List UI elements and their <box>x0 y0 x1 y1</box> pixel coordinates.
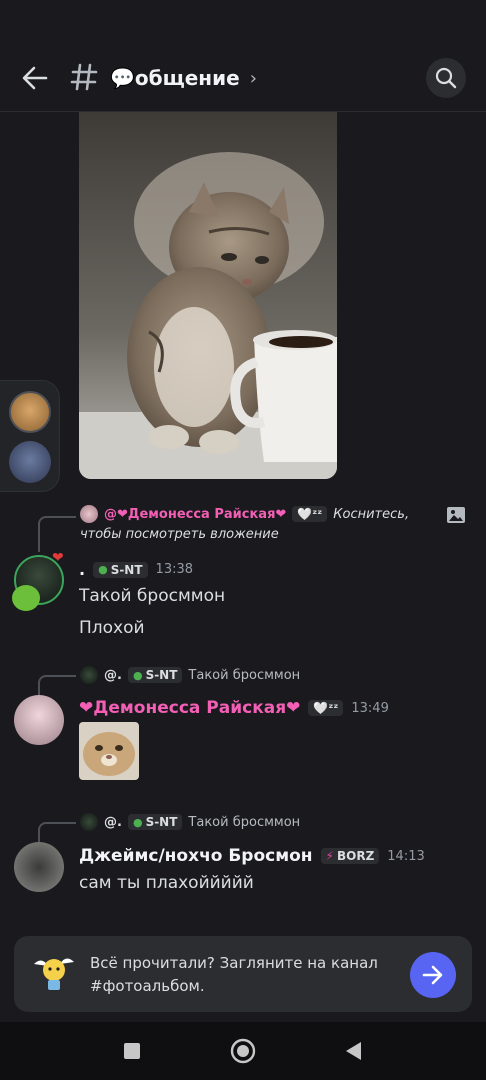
channel-header: 💬общение › <box>0 44 486 112</box>
timestamp: 13:49 <box>351 700 389 716</box>
search-button[interactable] <box>426 58 466 98</box>
message-text: сам ты плахоййййй <box>79 873 254 893</box>
discord-chat-screen: 💬общение › @❤Демонесса Райская❤ 🤍ᶻᶻ Косн… <box>0 0 486 1080</box>
chevron-right-icon: › <box>249 67 257 89</box>
channel-name: 💬общение <box>110 66 240 90</box>
avatar <box>80 505 98 523</box>
leaf-icon: ● <box>132 815 143 829</box>
reply-text: Такой бросммон <box>188 814 301 830</box>
server-icon[interactable] <box>9 391 51 433</box>
guild-tag: ● S-NT <box>127 814 183 830</box>
home-circle-icon[interactable] <box>228 1036 258 1066</box>
author-name[interactable]: Джеймс/нохчо Бросмон <box>79 846 313 866</box>
back-triangle-icon[interactable] <box>338 1036 368 1066</box>
cat-image-attachment[interactable] <box>79 112 337 479</box>
image-icon <box>446 506 466 524</box>
timestamp: 14:13 <box>387 848 425 864</box>
avatar <box>80 666 98 684</box>
status-bar <box>0 0 486 44</box>
message-header: ❤Демонесса Райская❤ 🤍ᶻᶻ 13:49 <box>79 698 389 718</box>
server-icon[interactable] <box>9 441 51 483</box>
back-arrow-icon[interactable] <box>18 62 52 94</box>
reply-author: @. <box>104 667 122 683</box>
channel-title[interactable]: 💬общение › <box>110 66 257 90</box>
go-to-channel-button[interactable] <box>410 952 456 998</box>
recents-square-icon[interactable] <box>117 1036 147 1066</box>
author-name[interactable]: . <box>79 560 85 579</box>
lightbulb-mascot-icon <box>30 950 78 998</box>
message-text: Такой бросммон <box>79 586 226 606</box>
search-icon <box>435 67 457 89</box>
leaf-icon: ● <box>132 668 143 682</box>
status-badge: 🤍ᶻᶻ <box>292 506 328 522</box>
banner-text: Всё прочитали? Загляните на канал #фотоа… <box>90 954 378 995</box>
guild-tag: ● S-NT <box>127 667 183 683</box>
arrow-right-icon <box>422 965 443 985</box>
read-all-banner[interactable]: Всё прочитали? Загляните на канал #фотоа… <box>14 936 472 1012</box>
guild-tag[interactable]: ⚡ BORZ <box>320 848 380 864</box>
avatar[interactable] <box>14 842 64 892</box>
author-name[interactable]: ❤Демонесса Райская❤ <box>79 698 300 718</box>
leaf-icon: ● <box>98 563 108 576</box>
reply-text: Такой бросммон <box>188 667 301 683</box>
system-navigation-bar <box>0 1022 486 1080</box>
bolt-icon: ⚡ <box>325 849 334 863</box>
reply-connector <box>38 675 76 695</box>
reply-author: @. <box>104 814 122 830</box>
reply-preview[interactable]: @❤Демонесса Райская❤ 🤍ᶻᶻ Коснитесь, <box>80 505 409 523</box>
server-rail <box>0 380 60 492</box>
reply-text: Коснитесь, <box>333 506 410 522</box>
heart-icon: ❤ <box>52 550 64 566</box>
cat-sticker-image[interactable] <box>79 722 139 780</box>
channel-hash-icon <box>70 60 98 94</box>
message-header: Джеймс/нохчо Бросмон ⚡ BORZ 14:13 <box>79 846 425 866</box>
avatar <box>80 813 98 831</box>
avatar-decoration <box>12 585 40 611</box>
reply-preview[interactable]: @. ● S-NT Такой бросммон <box>80 666 300 684</box>
reply-mention: @❤Демонесса Райская❤ <box>104 506 287 522</box>
avatar[interactable] <box>14 695 64 745</box>
status-badge: 🤍ᶻᶻ <box>308 700 344 716</box>
reply-connector <box>38 822 76 844</box>
reply-connector <box>38 516 76 552</box>
message-text: Плохой <box>79 618 145 638</box>
message-header: . ● S-NT 13:38 <box>79 560 193 579</box>
reply-text-continued: чтобы посмотреть вложение <box>80 527 279 542</box>
reply-preview[interactable]: @. ● S-NT Такой бросммон <box>80 813 300 831</box>
guild-tag[interactable]: ● S-NT <box>93 561 148 578</box>
timestamp: 13:38 <box>155 562 194 577</box>
